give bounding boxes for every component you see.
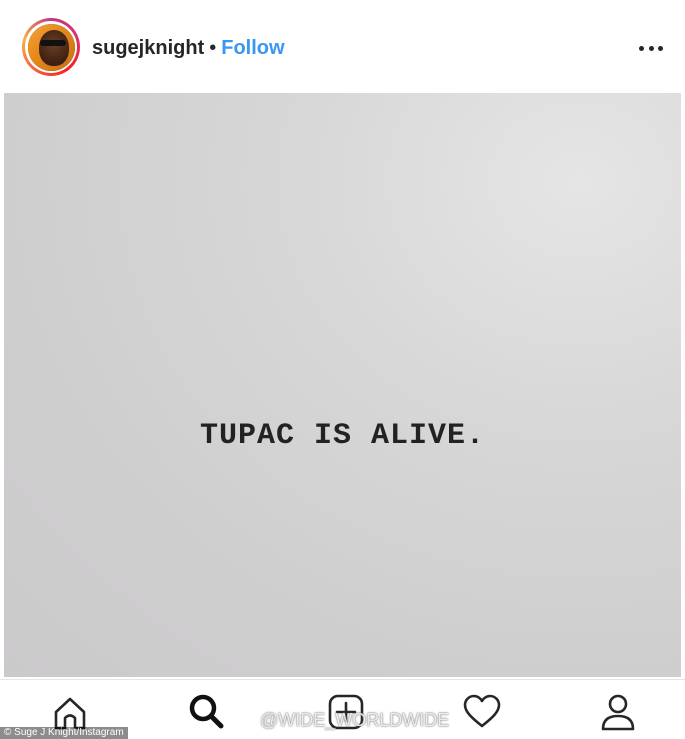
- more-options-icon[interactable]: [639, 38, 663, 58]
- separator-dot: •: [209, 37, 217, 59]
- avatar-face: [38, 29, 69, 66]
- watermark: @WIDE_WORLDWIDE: [232, 710, 449, 731]
- avatar-sunglasses: [39, 39, 66, 46]
- more-dot: [648, 45, 654, 51]
- instagram-post-screen: sugejknight • Follow TUPAC IS ALIVE. @WI…: [0, 0, 685, 739]
- more-dot: [639, 45, 644, 51]
- avatar: [27, 23, 75, 71]
- post-image-text: TUPAC IS ALIVE.: [199, 419, 486, 453]
- profile-icon[interactable]: [598, 692, 638, 732]
- post-image[interactable]: TUPAC IS ALIVE.: [4, 93, 681, 677]
- username-link[interactable]: sugejknight: [92, 37, 204, 59]
- username-row: sugejknight • Follow: [92, 36, 285, 60]
- home-icon[interactable]: [50, 692, 90, 732]
- watermark-text: @WIDE_WORLDWIDE: [260, 710, 450, 730]
- search-icon[interactable]: [186, 692, 226, 732]
- more-dot: [658, 45, 663, 51]
- avatar-border: [25, 21, 77, 73]
- post-header: sugejknight • Follow: [0, 0, 685, 92]
- avatar-story-ring[interactable]: [22, 18, 80, 76]
- heart-icon[interactable]: [462, 692, 502, 732]
- weibo-logo-icon: [232, 712, 254, 731]
- follow-button[interactable]: Follow: [221, 37, 284, 59]
- image-credit: © Suge J Knight/Instagram: [0, 727, 128, 739]
